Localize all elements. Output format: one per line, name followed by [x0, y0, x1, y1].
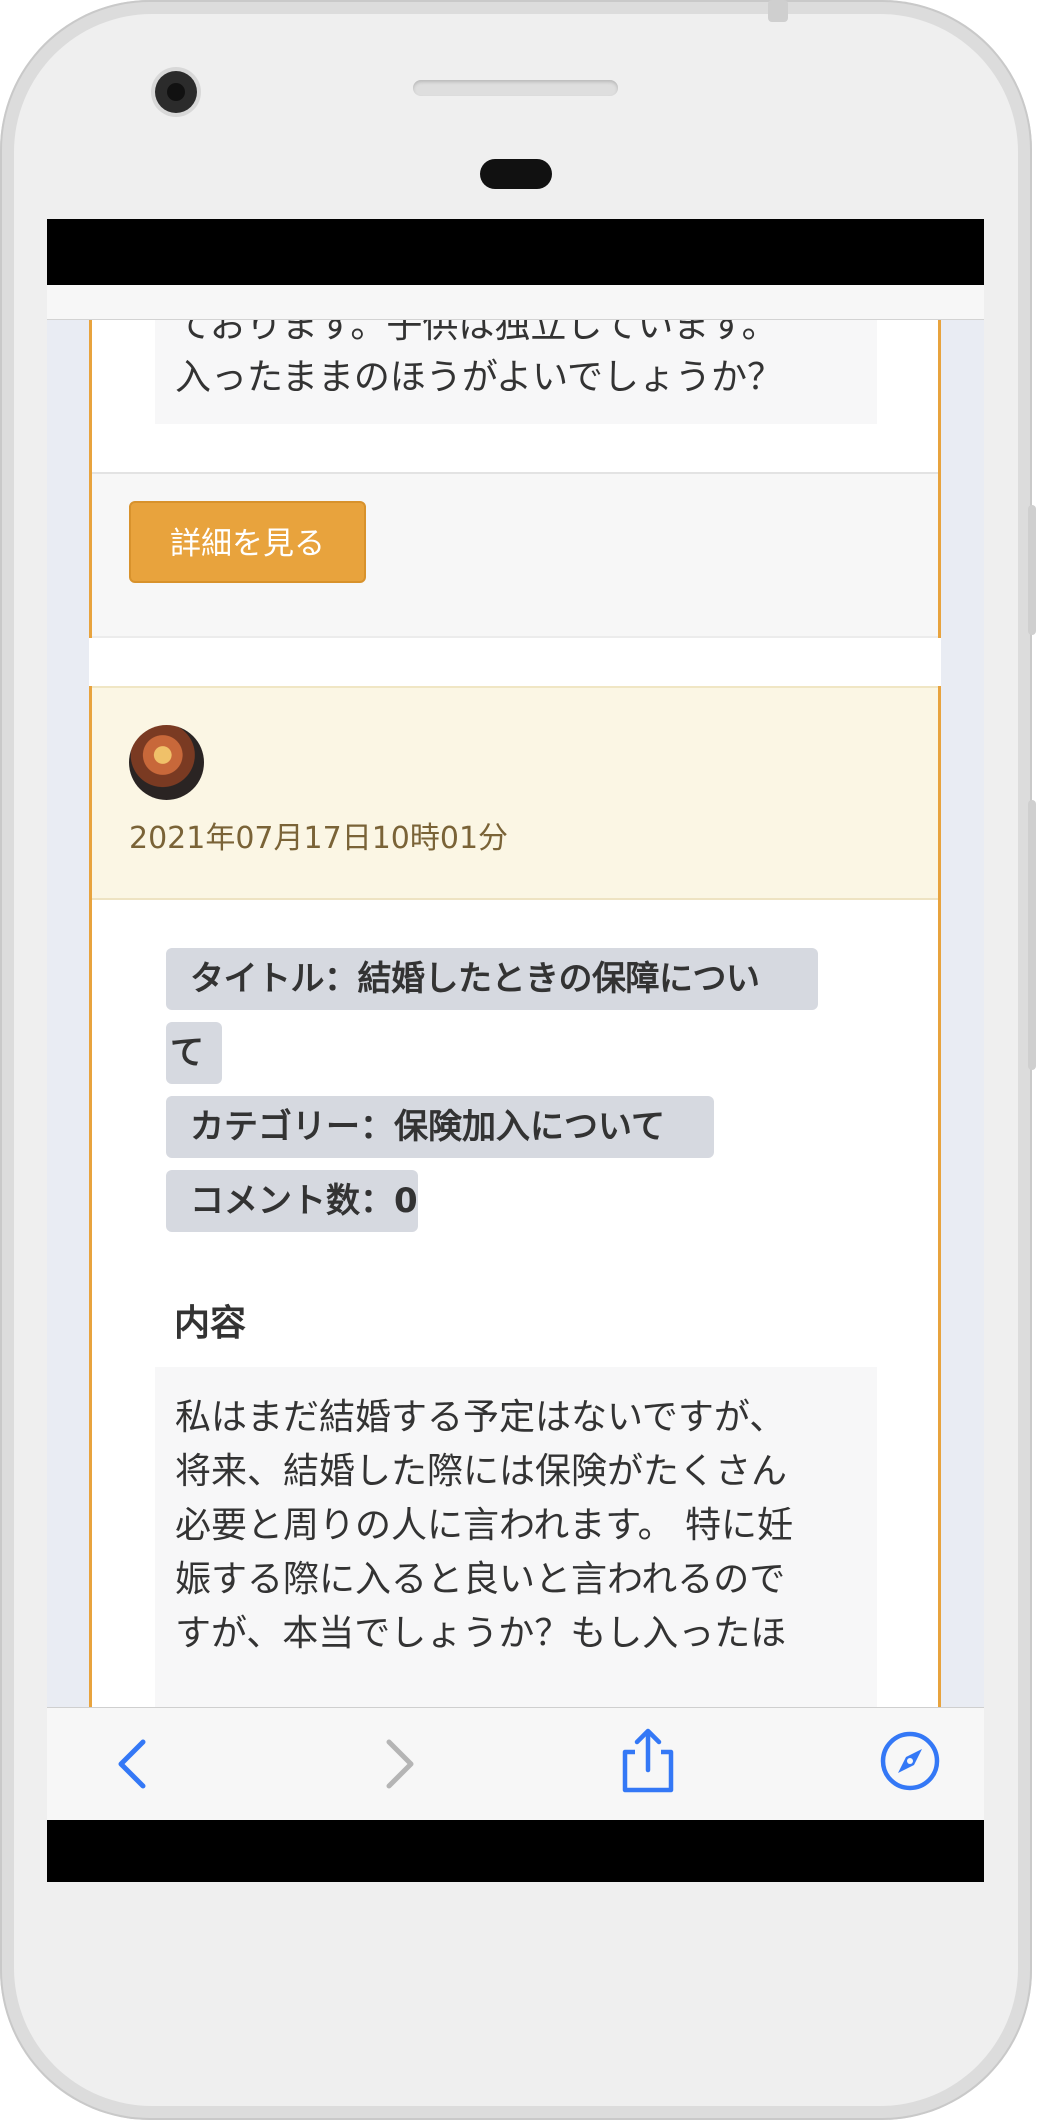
browser-toolbar — [47, 1707, 984, 1821]
share-icon[interactable] — [613, 1726, 683, 1796]
earpiece-speaker — [413, 80, 618, 96]
content-box: 私はまだ結婚する予定はないですが、 将来、結婚した際には保険がたくさん 必要と周… — [155, 1367, 877, 1707]
chevron-left-icon[interactable] — [103, 1732, 167, 1796]
avatar[interactable] — [129, 725, 204, 800]
previous-question-line-1: ております。子供は独立しています。 — [175, 320, 778, 346]
home-indicator-area — [47, 1820, 984, 1882]
post-list-column: ております。子供は独立しています。 入ったままのほうがよいでしょうか？ 詳細を見… — [89, 320, 941, 1707]
card-footer: 詳細を見る — [92, 472, 938, 638]
browser-url-area[interactable] — [47, 285, 984, 320]
post-date: 2021年07月17日10時01分 — [129, 821, 509, 856]
content-text: 私はまだ結婚する予定はないですが、 将来、結婚した際には保険がたくさん 必要と周… — [175, 1397, 794, 1654]
comment-count-tag: コメント数：0 — [166, 1170, 418, 1232]
previous-question-box: ております。子供は独立しています。 入ったままのほうがよいでしょうか？ — [155, 320, 877, 424]
post-body: タイトル：結婚したときの保障につい て カテゴリー：保険加入について コメント数… — [92, 900, 938, 1707]
title-tag-continued: て — [166, 1022, 222, 1084]
title-tag: タイトル：結婚したときの保障につい — [166, 948, 818, 1010]
previous-question-line-2: 入ったままのほうがよいでしょうか？ — [175, 357, 784, 398]
front-camera — [155, 71, 197, 113]
previous-question-text: ております。子供は独立しています。 入ったままのほうがよいでしょうか？ — [175, 320, 783, 404]
card-gap — [89, 638, 941, 686]
web-page[interactable]: ております。子供は独立しています。 入ったままのほうがよいでしょうか？ 詳細を見… — [47, 320, 984, 1707]
category-tag: カテゴリー：保険加入について — [166, 1096, 714, 1158]
top-notch-button — [768, 0, 788, 22]
chevron-right-icon[interactable] — [365, 1732, 429, 1796]
compass-icon[interactable] — [877, 1728, 943, 1794]
volume-button — [1028, 800, 1036, 1070]
post-header: 2021年07月17日10時01分 — [92, 686, 938, 900]
proximity-sensor — [480, 159, 552, 189]
view-details-button[interactable]: 詳細を見る — [129, 501, 366, 583]
power-button — [1028, 505, 1036, 635]
phone-screen: ております。子供は独立しています。 入ったままのほうがよいでしょうか？ 詳細を見… — [47, 219, 984, 1882]
content-heading: 内容 — [174, 1303, 247, 1344]
status-bar — [47, 219, 984, 285]
